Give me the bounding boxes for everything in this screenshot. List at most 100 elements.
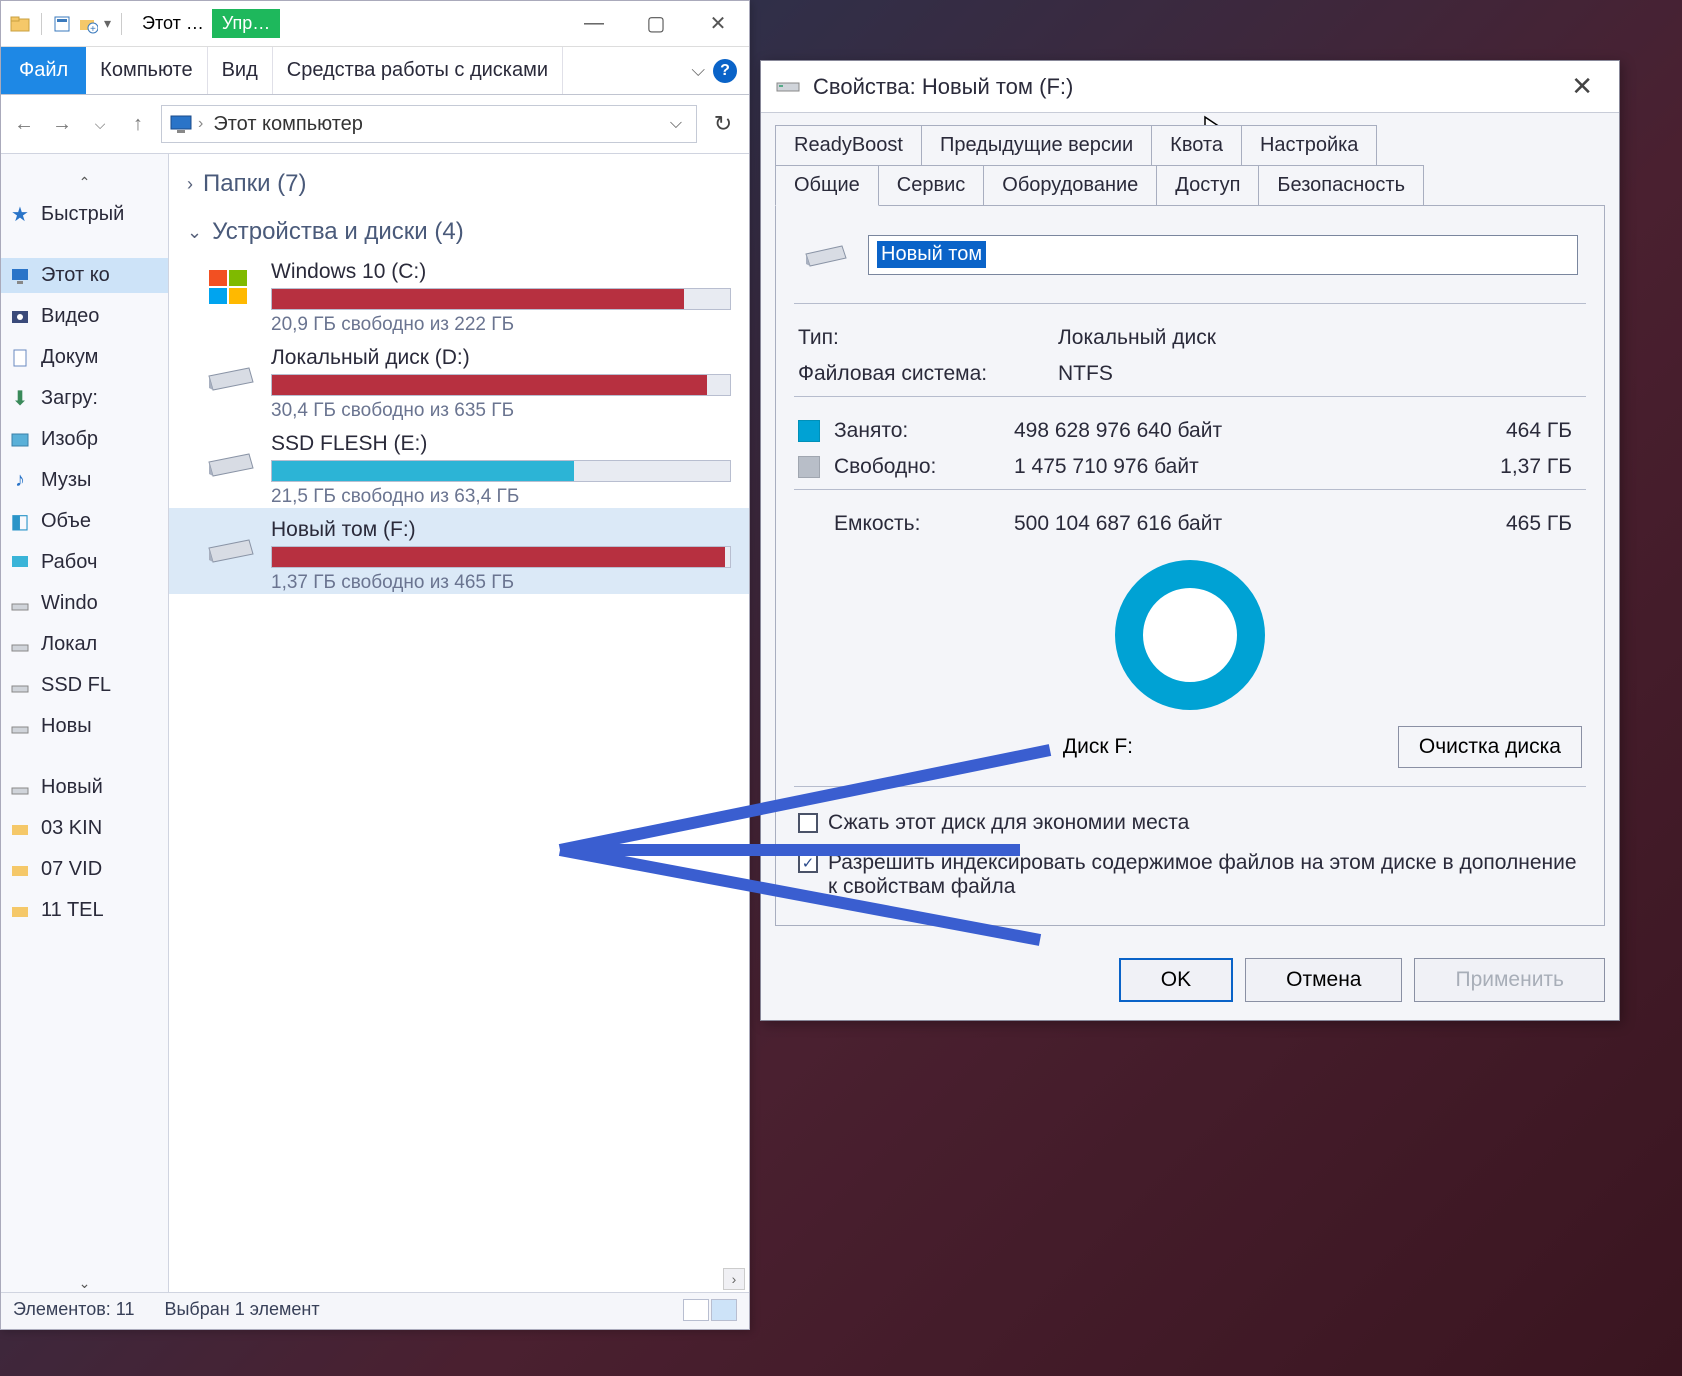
drive-icon [9,675,31,697]
drive-item[interactable]: Локальный диск (D:) 30,4 ГБ свободно из 6… [169,336,749,422]
expand-ribbon-icon[interactable]: ⌵ [691,60,705,81]
tab[interactable]: Настройка [1242,125,1377,166]
drive-title: Новый том (F:) [271,518,731,546]
drive-tools-menu[interactable]: Средства работы с дисками [273,47,563,94]
view-menu[interactable]: Вид [208,47,273,94]
sidebar-folder-11tel[interactable]: 11 TEL [1,893,168,928]
drive-icon [9,593,31,615]
up-button[interactable]: ↑ [123,109,153,139]
type-label: Тип: [798,326,1058,350]
drive-item[interactable]: Windows 10 (C:) 20,9 ГБ свободно из 222 Г… [169,250,749,336]
tab[interactable]: Доступ [1157,165,1259,206]
sidebar-drive-e[interactable]: SSD FL [1,668,168,703]
tab[interactable]: ReadyBoost [775,125,922,166]
drive-icon [203,266,257,308]
capacity-bytes: 500 104 687 616 байт [1014,512,1462,536]
tab-panel-general: Новый том Тип:Локальный диск Файловая си… [775,205,1605,926]
free-color-swatch [798,456,820,478]
tab[interactable]: Предыдущие версии [922,125,1152,166]
sidebar-3d-objects[interactable]: ◧Объе [1,504,168,539]
drive-title: Локальный диск (D:) [271,346,731,374]
compress-checkbox-row[interactable]: Сжать этот диск для экономии места [794,803,1586,843]
chevron-down-icon[interactable]: ▾ [104,15,111,32]
refresh-button[interactable]: ↻ [705,106,741,142]
sidebar-drive-f[interactable]: Новы [1,709,168,744]
drive-usage-bar [271,288,731,310]
maximize-button[interactable]: ▢ [625,1,687,47]
sidebar-pictures[interactable]: Изобр [1,422,168,457]
sidebar-music[interactable]: ♪Музы [1,463,168,498]
forward-button[interactable]: → [47,109,77,139]
volume-name-input[interactable]: Новый том [868,235,1578,275]
tab[interactable]: Безопасность [1259,165,1424,206]
svg-text:+: + [90,24,96,34]
free-bytes: 1 475 710 976 байт [1014,455,1462,479]
address-bar[interactable]: › Этот компьютер ⌵ [161,105,697,143]
help-icon[interactable]: ? [713,59,737,83]
sidebar-downloads[interactable]: ⬇Загру: [1,381,168,416]
explorer-window: + ▾ Этот … Упр… — ▢ ✕ Файл Компьюте Вид … [0,0,750,1330]
checkbox-unchecked-icon [798,813,818,833]
tab[interactable]: Квота [1152,125,1242,166]
details-view-button[interactable] [683,1299,709,1321]
used-human: 464 ГБ [1462,419,1582,443]
sidebar-novyi2[interactable]: Новый [1,770,168,805]
index-checkbox-row[interactable]: ✓ Разрешить индексировать содержимое фай… [794,843,1586,907]
close-button[interactable]: ✕ [687,1,749,47]
sidebar-desktop[interactable]: Рабоч [1,545,168,580]
drive-title: SSD FLESH (E:) [271,432,731,460]
folder-icon [9,818,31,840]
computer-menu[interactable]: Компьюте [86,47,207,94]
drive-icon [802,234,848,275]
window-title-2: Упр… [212,9,280,38]
sidebar-drive-d[interactable]: Локал [1,627,168,662]
ok-button[interactable]: OK [1119,958,1233,1002]
recent-locations-button[interactable]: ⌵ [85,109,115,139]
scroll-right-button[interactable]: › [723,1268,745,1290]
drive-title: Windows 10 (C:) [271,260,731,288]
type-value: Локальный диск [1058,326,1582,350]
cancel-button[interactable]: Отмена [1245,958,1402,1002]
folders-section-header[interactable]: › Папки (7) [169,154,749,202]
sidebar-videos[interactable]: Видео [1,299,168,334]
sidebar-scroll-down[interactable]: ⌄ [1,1275,168,1292]
sidebar-scroll-up[interactable]: ⌃ [1,174,168,191]
sidebar-folder-07vid[interactable]: 07 VID [1,852,168,887]
ribbon-tabs: Файл Компьюте Вид Средства работы с диск… [1,47,749,95]
drive-icon [9,716,31,738]
folder-icon [9,13,31,35]
minimize-button[interactable]: — [563,1,625,47]
tab[interactable]: Сервис [879,165,985,206]
drive-free-space: 21,5 ГБ свободно из 63,4 ГБ [271,482,731,508]
tiles-view-button[interactable] [711,1299,737,1321]
file-menu[interactable]: Файл [1,47,86,94]
new-folder-icon[interactable]: + [78,14,98,34]
sidebar-documents[interactable]: Докум [1,340,168,375]
drive-icon [9,634,31,656]
drive-item[interactable]: SSD FLESH (E:) 21,5 ГБ свободно из 63,4 Г… [169,422,749,508]
properties-icon[interactable] [52,14,72,34]
sidebar-quick-access[interactable]: ★ Быстрый [1,197,168,232]
sidebar-folder-03kin[interactable]: 03 KIN [1,811,168,846]
devices-section-header[interactable]: ⌄ Устройства и диски (4) [169,202,749,250]
tab[interactable]: Общие [775,165,879,206]
sidebar-drive-c[interactable]: Windo [1,586,168,621]
dialog-close-button[interactable]: ✕ [1559,71,1605,102]
apply-button[interactable]: Применить [1414,958,1605,1002]
sidebar-this-pc[interactable]: Этот ко [1,258,168,293]
disk-cleanup-button[interactable]: Очистка диска [1398,726,1582,768]
back-button[interactable]: ← [9,109,39,139]
dialog-title-bar: Свойства: Новый том (F:) ✕ [761,61,1619,113]
quick-access-toolbar: + ▾ [1,9,134,39]
tab[interactable]: Оборудование [984,165,1157,206]
used-label: Занято: [834,419,1014,443]
drive-free-space: 20,9 ГБ свободно из 222 ГБ [271,310,731,336]
video-icon [9,306,31,328]
drive-free-space: 30,4 ГБ свободно из 635 ГБ [271,396,731,422]
capacity-label: Емкость: [834,512,1014,536]
address-chevron-icon[interactable]: ⌵ [662,115,690,133]
used-color-swatch [798,420,820,442]
drive-icon [775,71,801,103]
chevron-down-icon: ⌄ [187,222,202,243]
drive-item[interactable]: Новый том (F:)1,37 ГБ свободно из 465 ГБ [169,508,749,594]
